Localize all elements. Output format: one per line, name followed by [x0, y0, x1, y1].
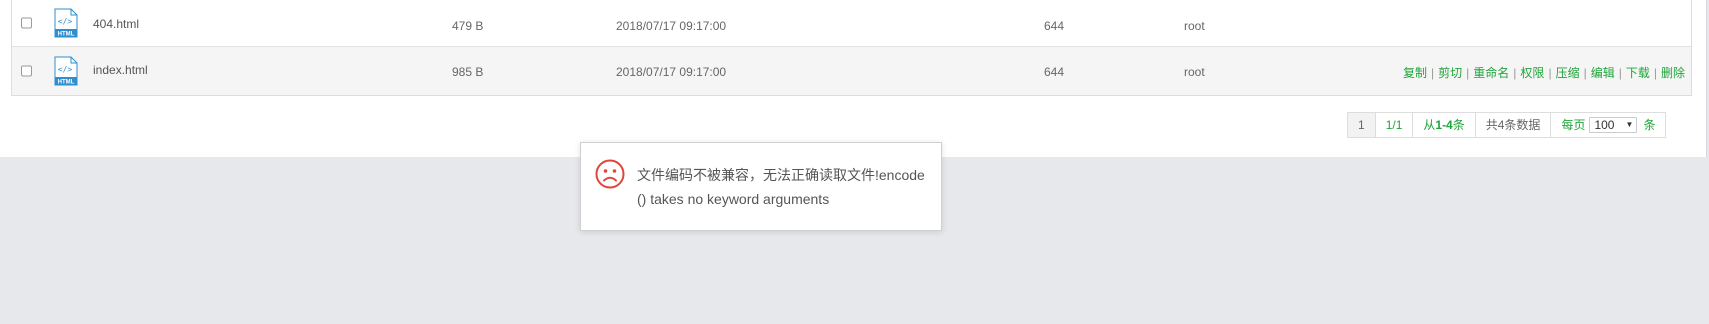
action-separator: | [1466, 66, 1470, 80]
file-size: 479 B [452, 19, 484, 33]
svg-text:</>: </> [58, 17, 73, 26]
file-permission: 644 [1044, 19, 1065, 33]
html-file-icon: </> HTML [53, 8, 79, 38]
edit-link[interactable]: 编辑 [1591, 66, 1615, 80]
cut-link[interactable]: 剪切 [1438, 66, 1462, 80]
row-checkbox[interactable] [21, 65, 32, 77]
per-page-unit: 条 [1643, 118, 1656, 132]
file-modified-date: 2018/07/17 09:17:00 [616, 19, 727, 33]
error-message: 文件编码不被兼容，无法正确读取文件!encode() takes no keyw… [637, 167, 925, 207]
file-owner: root [1184, 19, 1205, 33]
dropdown-arrow-icon: ▼ [1625, 120, 1634, 129]
file-permission: 644 [1044, 65, 1065, 79]
file-modified-date: 2018/07/17 09:17:00 [616, 65, 727, 79]
file-size: 985 B [452, 65, 484, 79]
current-page[interactable]: 1 [1348, 113, 1376, 137]
pagination: 1 1/1 从1-4条 共4条数据 每页 100 ▼ 条 [1347, 112, 1667, 138]
per-page-control: 每页 100 ▼ 条 [1551, 113, 1666, 137]
sad-face-icon [595, 159, 625, 189]
file-table: </> HTML 404.html 479 B 2018/07/17 09:17… [11, 0, 1692, 96]
record-range: 从1-4条 [1413, 113, 1476, 137]
range-value: 1-4 [1435, 118, 1453, 132]
action-separator: | [1618, 66, 1622, 80]
file-name[interactable]: 404.html [93, 17, 139, 31]
file-manager-panel: </> HTML 404.html 479 B 2018/07/17 09:17… [0, 0, 1707, 157]
download-link[interactable]: 下载 [1626, 66, 1650, 80]
per-page-select[interactable]: 100 ▼ [1589, 117, 1638, 133]
svg-text:HTML: HTML [58, 80, 75, 86]
rename-link[interactable]: 重命名 [1473, 66, 1509, 80]
total-records: 共4条数据 [1475, 113, 1552, 137]
svg-text:</>: </> [58, 65, 73, 74]
row-checkbox[interactable] [21, 17, 32, 29]
file-name[interactable]: index.html [93, 63, 148, 77]
row-actions: 复制 | 剪切 | 重命名 | 权限 | 压缩 | 编辑 | 下载 | 删除 [1403, 64, 1685, 81]
action-separator: | [1548, 66, 1552, 80]
error-toast: 文件编码不被兼容，无法正确读取文件!encode() takes no keyw… [580, 142, 942, 231]
svg-text:HTML: HTML [58, 32, 75, 38]
copy-link[interactable]: 复制 [1403, 66, 1427, 80]
delete-link[interactable]: 删除 [1661, 66, 1685, 80]
action-separator: | [1653, 66, 1657, 80]
action-separator: | [1431, 66, 1435, 80]
table-row[interactable]: </> HTML 404.html 479 B 2018/07/17 09:17… [12, 0, 1691, 47]
range-prefix: 从 [1423, 118, 1436, 132]
table-row[interactable]: </> HTML index.html 985 B 2018/07/17 09:… [12, 47, 1691, 95]
file-owner: root [1184, 65, 1205, 79]
range-suffix: 条 [1452, 118, 1465, 132]
permission-link[interactable]: 权限 [1520, 66, 1544, 80]
action-separator: | [1583, 66, 1587, 80]
per-page-label: 每页 [1561, 118, 1586, 132]
per-page-value: 100 [1594, 118, 1615, 132]
page-of-total: 1/1 [1375, 113, 1414, 137]
html-file-icon: </> HTML [53, 56, 79, 86]
action-separator: | [1513, 66, 1517, 80]
compress-link[interactable]: 压缩 [1556, 66, 1580, 80]
